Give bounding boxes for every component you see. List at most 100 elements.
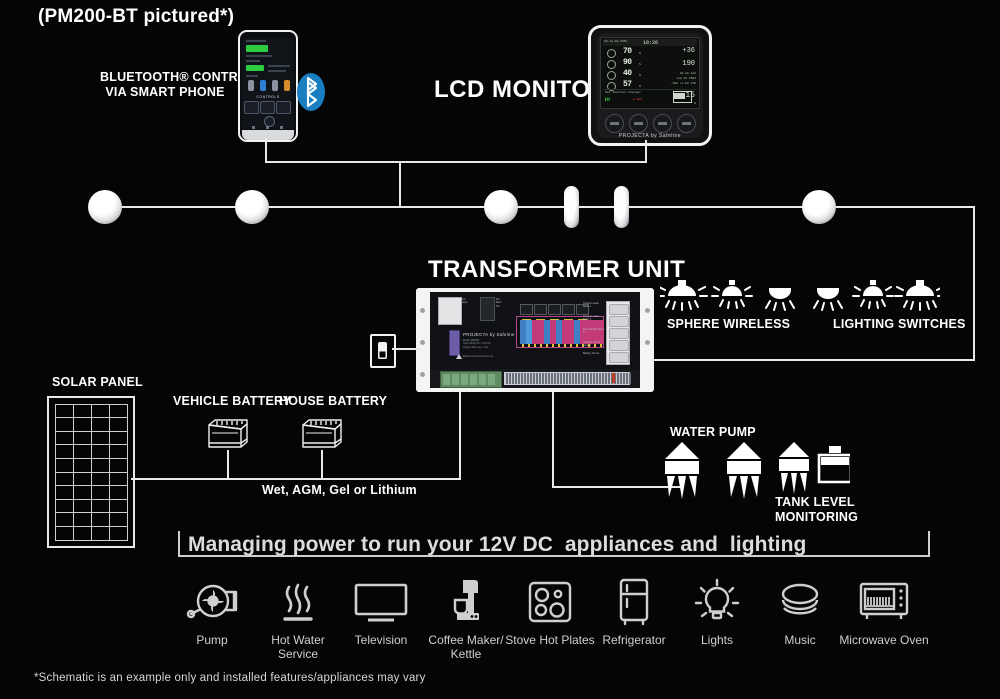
tu-terminal-pin [569, 373, 571, 384]
phone-text-line [268, 70, 286, 72]
wire-house-drop [321, 450, 323, 479]
wire-right-return [650, 359, 975, 361]
tu-terminal-pin [572, 373, 574, 384]
lcd-status-alarm: ▲ 40% [633, 98, 643, 101]
light-switch-plate[interactable] [370, 334, 396, 368]
appliance-caption: Pump [196, 633, 228, 647]
footnote: *Schematic is an example only and instal… [34, 672, 426, 684]
phone-text-line [246, 60, 260, 62]
tu-output-block [606, 301, 630, 365]
solar-cell [72, 485, 92, 500]
tu-terminal-pin [551, 373, 553, 384]
tu-terminal-pin [512, 373, 514, 384]
wire-phone-drop [265, 138, 267, 163]
tu-warning-text: Read instructions before use [463, 355, 494, 358]
house-battery-icon [302, 419, 342, 448]
lcd-sub-line: +12.4V 250A [676, 77, 696, 80]
lcd-button[interactable] [629, 114, 648, 133]
vehicle-battery-label: VEHICLE BATTERY [173, 394, 292, 408]
phone-nav-dot[interactable] [266, 126, 269, 129]
phone-text-line [246, 75, 258, 77]
lcd-gauge-dot [607, 49, 616, 58]
solar-cell [108, 457, 128, 473]
bluetooth-control-label: BLUETOOTH® CONTROL VIA SMART PHONE [100, 70, 256, 99]
solar-cell [108, 471, 128, 487]
tu-terminal-pin [602, 373, 604, 384]
solar-cell [54, 457, 74, 473]
dome-light [235, 190, 269, 224]
tu-output-label: Output Loads Bank 1 [583, 302, 599, 309]
tu-terminal-pin [509, 373, 511, 384]
appliance-caption: Stove Hot Plates [505, 633, 595, 647]
tu-terminal-pin [581, 373, 583, 384]
tu-output-label: Charger Sense Bank 4 [583, 341, 601, 348]
lcd-sub-line: -50m +7.0V 270 [670, 82, 696, 85]
tu-terminal-pin [554, 373, 556, 384]
lcd-button[interactable] [677, 114, 696, 133]
fridge-icon [589, 575, 679, 629]
wire-top-bus [265, 161, 647, 163]
appliance-caption: Lights [700, 633, 734, 647]
solar-cell [72, 471, 92, 487]
solar-cell [108, 417, 128, 432]
solar-cell [108, 525, 128, 541]
phone-controls-title: CONTROLS [256, 95, 280, 99]
tu-fuse-holder [562, 304, 575, 321]
tu-mount-hole [420, 308, 425, 313]
solar-cell [108, 430, 128, 446]
tv-icon [336, 575, 426, 629]
sphere-wireless-label: SPHERE WIRELESS [667, 317, 791, 331]
phone-text-line [246, 40, 266, 42]
phone-text-line [246, 55, 272, 57]
phone-control-button[interactable] [244, 101, 259, 114]
solar-cell [54, 403, 74, 419]
tu-red-marker [612, 373, 615, 383]
appliance-caption: Music [784, 633, 816, 647]
tu-terminal-pin [596, 373, 598, 384]
solar-cell [72, 498, 92, 514]
lcd-button[interactable] [605, 114, 624, 133]
person-icon [272, 80, 278, 91]
tu-terminal-pin [557, 373, 559, 384]
tu-terminal-pin [563, 373, 565, 384]
tu-terminal-pin [590, 373, 592, 384]
phone-screen: CONTROLS [242, 38, 294, 129]
phone-control-button[interactable] [276, 101, 291, 114]
tu-output-label: Battery Sense [583, 352, 600, 355]
vehicle-battery-icon [208, 419, 248, 448]
coffee-maker-icon [421, 575, 511, 629]
lcd-sub-line: 4A 8A 12A [679, 72, 696, 75]
wire-bus-up-to-tu [459, 392, 461, 479]
lcd-unit: % [639, 85, 641, 88]
lcd-reading: 57 [623, 80, 632, 89]
dome-light [484, 190, 518, 224]
tu-terminal-pin [608, 373, 610, 384]
tu-output-label: Output Loads Bank 2 [583, 315, 599, 322]
dome-light [88, 190, 122, 224]
tu-fuse-pin [546, 344, 548, 347]
solar-cell [90, 471, 110, 487]
phone-nav-dot[interactable] [252, 126, 255, 129]
tu-fuse-pin [570, 344, 572, 347]
phone-nav-dot[interactable] [280, 126, 283, 129]
solar-cell [72, 417, 92, 432]
tu-terminal-pin [518, 373, 520, 384]
lcd-battery-fill [674, 93, 685, 99]
lcd-clock: 10:26 [643, 39, 659, 46]
tu-terminal-pin [527, 373, 529, 384]
phone-control-button[interactable] [260, 101, 275, 114]
solar-cell [54, 471, 74, 487]
phone-nav-bar [242, 130, 294, 140]
solar-cell-grid [54, 403, 128, 541]
tu-terminal-pin [539, 373, 541, 384]
tu-fuse-holder [520, 304, 533, 321]
solar-cell [72, 512, 92, 527]
tu-terminal-pin [623, 373, 625, 384]
lcd-right-value: 190 [682, 60, 695, 68]
solar-cell [108, 485, 128, 500]
tu-fuse-pin [576, 344, 578, 347]
tu-brand: PROJECTA by Safeline [463, 332, 515, 337]
tu-terminal-pin [536, 373, 538, 384]
lcd-right-value: +36 [682, 47, 695, 55]
lcd-button[interactable] [653, 114, 672, 133]
